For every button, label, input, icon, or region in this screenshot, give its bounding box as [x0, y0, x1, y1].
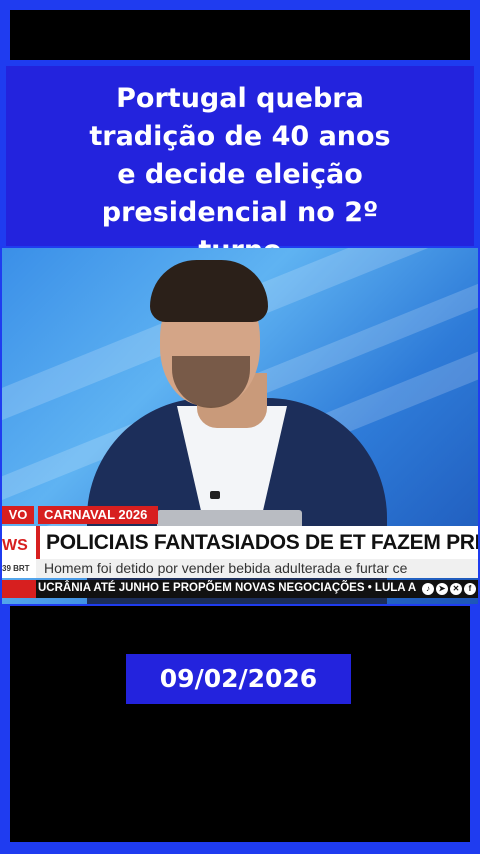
- date-label: 09/02/2026: [126, 654, 351, 704]
- ticker-accent: [2, 580, 36, 598]
- video-frame[interactable]: VO CARNAVAL 2026 WS 39 BRT POLICIAIS FAN…: [2, 248, 478, 604]
- channel-logo: WS 39 BRT: [2, 526, 36, 578]
- news-chyron: VO CARNAVAL 2026 WS 39 BRT POLICIAIS FAN…: [2, 506, 478, 604]
- broadcast-time: 39 BRT: [2, 564, 30, 573]
- live-tag: VO: [2, 506, 34, 524]
- chyron-headline: POLICIAIS FANTASIADOS DE ET FAZEM PRISÃO…: [46, 531, 478, 554]
- chyron-subheadline-bar: Homem foi detido por vender bebida adult…: [36, 559, 478, 578]
- bottom-black-panel: [10, 606, 470, 842]
- section-tag: CARNAVAL 2026: [38, 506, 158, 524]
- chyron-headline-bar: POLICIAIS FANTASIADOS DE ET FAZEM PRISÃO…: [36, 526, 478, 559]
- facebook-icon: f: [464, 583, 476, 595]
- ticker-text: UCRÂNIA ATÉ JUNHO E PROPÕEM NOVAS NEGOCI…: [38, 582, 417, 594]
- news-ticker: UCRÂNIA ATÉ JUNHO E PROPÕEM NOVAS NEGOCI…: [2, 580, 478, 598]
- channel-logo-text: WS: [2, 537, 28, 554]
- tiktok-icon: ♪: [422, 583, 434, 595]
- presenter-hair: [150, 260, 268, 322]
- telegram-icon: ➤: [436, 583, 448, 595]
- overlay-headline: Portugal quebra tradição de 40 anos e de…: [89, 83, 391, 266]
- x-icon: ✕: [450, 583, 462, 595]
- top-black-bar: [10, 10, 470, 60]
- social-icons: ♪ ➤ ✕ f: [420, 580, 478, 598]
- chyron-subheadline: Homem foi detido por vender bebida adult…: [44, 560, 408, 576]
- lapel-mic-icon: [210, 491, 220, 499]
